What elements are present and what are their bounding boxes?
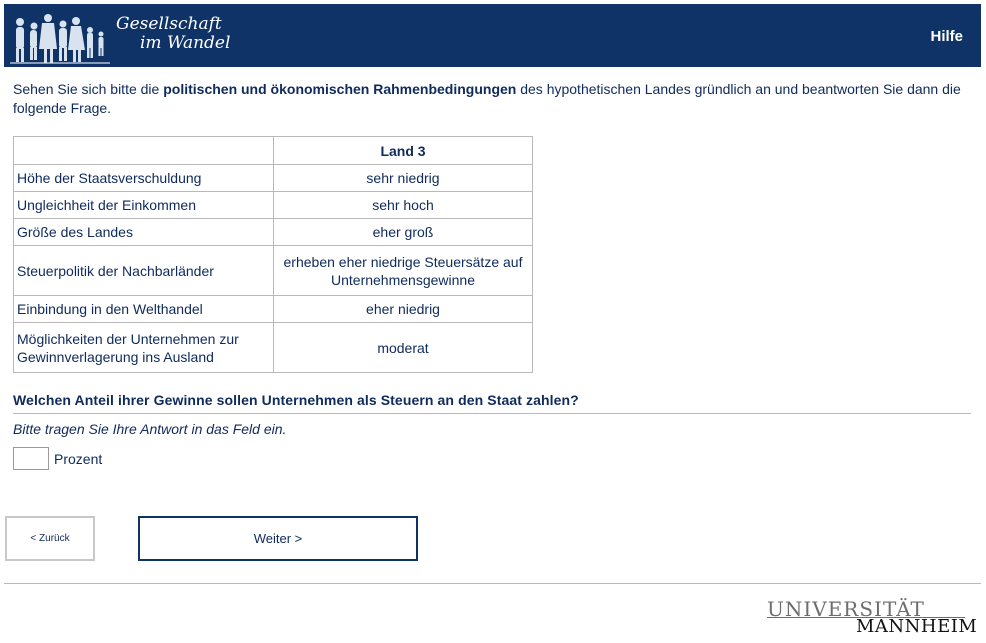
university-logo-line2: MANNHEIM bbox=[856, 616, 978, 637]
row-value: erheben eher niedrige Steuersätze auf Un… bbox=[273, 245, 533, 296]
people-silhouettes-icon bbox=[10, 14, 110, 64]
intro-text: Sehen Sie sich bitte die politischen und… bbox=[13, 80, 973, 118]
table-column-header: Land 3 bbox=[273, 136, 533, 165]
back-button[interactable]: < Zurück bbox=[5, 516, 95, 561]
row-label: Höhe der Staatsverschuldung bbox=[13, 164, 274, 192]
row-label: Einbindung in den Welthandel bbox=[13, 295, 274, 323]
row-value: moderat bbox=[273, 322, 533, 373]
table-row: Möglichkeiten der Unternehmen zur Gewinn… bbox=[13, 322, 533, 373]
table-row: Ungleichheit der Einkommen sehr hoch bbox=[13, 191, 533, 219]
question-text: Welchen Anteil ihrer Gewinne sollen Unte… bbox=[13, 392, 579, 408]
table-header-empty bbox=[13, 136, 274, 165]
intro-text-bold: politischen und ökonomischen Rahmenbedin… bbox=[163, 81, 517, 97]
table-row: Höhe der Staatsverschuldung sehr niedrig bbox=[13, 164, 533, 192]
row-value: eher groß bbox=[273, 218, 533, 246]
row-label: Ungleichheit der Einkommen bbox=[13, 191, 274, 219]
row-label: Größe des Landes bbox=[13, 218, 274, 246]
question-divider bbox=[13, 413, 971, 414]
table-row: Steuerpolitik der Nachbarländer erheben … bbox=[13, 245, 533, 296]
header-bar: Gesellschaft im Wandel Hilfe bbox=[4, 4, 981, 67]
percent-unit-label: Prozent bbox=[54, 451, 103, 467]
table-row: Einbindung in den Welthandel eher niedri… bbox=[13, 295, 533, 323]
percent-answer-input[interactable] bbox=[13, 447, 49, 470]
row-value: sehr hoch bbox=[273, 191, 533, 219]
help-link[interactable]: Hilfe bbox=[930, 28, 963, 45]
row-value: eher niedrig bbox=[273, 295, 533, 323]
conditions-table: Land 3 Höhe der Staatsverschuldung sehr … bbox=[13, 136, 533, 373]
next-button[interactable]: Weiter > bbox=[138, 516, 418, 561]
row-label: Steuerpolitik der Nachbarländer bbox=[13, 245, 274, 296]
logo-title-line2: im Wandel bbox=[140, 33, 231, 53]
row-value: sehr niedrig bbox=[273, 164, 533, 192]
row-label: Möglichkeiten der Unternehmen zur Gewinn… bbox=[13, 322, 274, 373]
logo: Gesellschaft im Wandel bbox=[4, 4, 244, 67]
question-instruction: Bitte tragen Sie Ihre Antwort in das Fel… bbox=[13, 421, 287, 437]
logo-title-line1: Gesellschaft bbox=[116, 14, 222, 34]
footer-divider bbox=[4, 583, 981, 584]
intro-text-part1: Sehen Sie sich bitte die bbox=[13, 81, 164, 97]
table-header-row: Land 3 bbox=[13, 136, 533, 165]
table-row: Größe des Landes eher groß bbox=[13, 218, 533, 246]
